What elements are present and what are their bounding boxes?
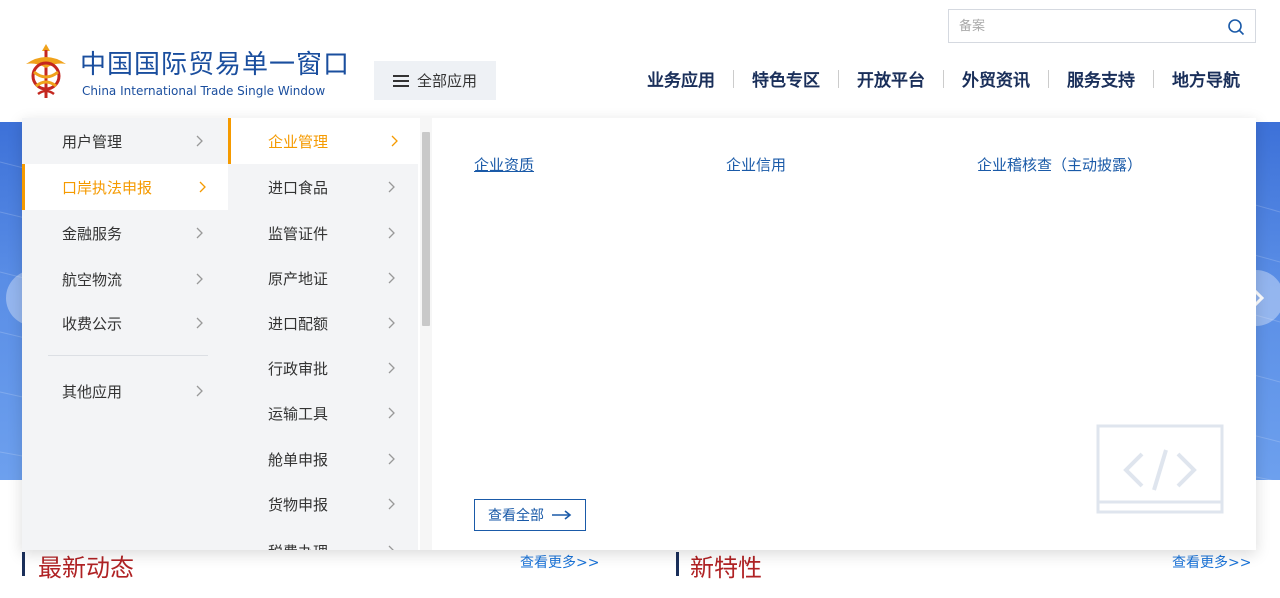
chevron-right-icon — [388, 453, 395, 465]
submenu-scrollbar-thumb[interactable] — [422, 132, 430, 326]
menu-item-air-logistics[interactable]: 航空物流 — [22, 256, 228, 302]
link-enterprise-audit[interactable]: 企业稽核查（主动披露） — [977, 154, 1142, 175]
chevron-right-icon — [196, 273, 203, 285]
submenu-item-transport-vehicles[interactable]: 运输工具 — [228, 390, 418, 436]
page-header: 中国国际贸易单一窗口 China International Trade Sin… — [0, 0, 1280, 122]
menu-level3: 企业资质 企业信用 企业稽核查（主动披露） 查看全部 — [434, 118, 1256, 550]
submenu-item-enterprise-management[interactable]: 企业管理 — [228, 118, 418, 164]
section-marker — [22, 552, 25, 576]
menu-item-user-management[interactable]: 用户管理 — [22, 118, 228, 164]
link-enterprise-qualification[interactable]: 企业资质 — [474, 154, 534, 175]
menu-item-fee-disclosure[interactable]: 收费公示 — [22, 300, 228, 346]
menu-item-other-apps[interactable]: 其他应用 — [22, 368, 228, 414]
code-icon — [1096, 424, 1224, 514]
arrow-right-icon — [552, 510, 572, 520]
all-apps-menu: 用户管理 口岸执法申报 金融服务 航空物流 收费公示 其他应用 企业管理 进口食… — [22, 118, 1256, 550]
submenu-item-administrative-approval[interactable]: 行政审批 — [228, 345, 418, 391]
chevron-right-icon — [391, 135, 398, 147]
chevron-right-icon — [196, 385, 203, 397]
menu-level2: 企业管理 进口食品 监管证件 原产地证 进口配额 行政审批 运输工具 舱单申报 — [228, 118, 418, 550]
search-box — [948, 9, 1256, 43]
submenu-item-tax-handling[interactable]: 税费办理 — [228, 528, 418, 550]
latest-news-more-link[interactable]: 查看更多>> — [520, 552, 599, 572]
nav-local-navigation[interactable]: 地方导航 — [1172, 66, 1240, 91]
nav-service-support[interactable]: 服务支持 — [1067, 66, 1135, 91]
nav-separator — [733, 69, 734, 88]
nav-special-zone[interactable]: 特色专区 — [752, 66, 820, 91]
submenu-item-certificate-of-origin[interactable]: 原产地证 — [228, 255, 418, 301]
menu-divider — [48, 355, 208, 356]
submenu-item-imported-food[interactable]: 进口食品 — [228, 164, 418, 210]
chevron-right-icon — [388, 498, 395, 510]
nav-business-apps[interactable]: 业务应用 — [647, 66, 715, 91]
search-input[interactable] — [959, 10, 1209, 42]
chevron-right-icon — [388, 181, 395, 193]
submenu-item-import-quota[interactable]: 进口配额 — [228, 300, 418, 346]
link-enterprise-credit[interactable]: 企业信用 — [726, 154, 786, 175]
submenu-item-regulatory-certificates[interactable]: 监管证件 — [228, 210, 418, 256]
chevron-right-icon — [388, 227, 395, 239]
chevron-right-icon — [196, 317, 203, 329]
search-icon[interactable] — [1227, 18, 1245, 36]
menu-item-port-declaration[interactable]: 口岸执法申报 — [22, 164, 228, 210]
chevron-right-icon — [388, 362, 395, 374]
chevron-right-icon — [388, 407, 395, 419]
chevron-right-icon — [388, 545, 394, 550]
chevron-right-icon — [388, 272, 395, 284]
menu-icon — [392, 74, 409, 87]
chevron-right-icon — [388, 317, 395, 329]
view-all-button[interactable]: 查看全部 — [474, 499, 586, 531]
new-features-more-link[interactable]: 查看更多>> — [1172, 552, 1251, 572]
submenu-item-goods-declaration[interactable]: 货物申报 — [228, 481, 418, 527]
nav-separator — [1048, 69, 1049, 88]
menu-item-financial-services[interactable]: 金融服务 — [22, 210, 228, 256]
logo-icon — [26, 44, 66, 98]
nav-open-platform[interactable]: 开放平台 — [857, 66, 925, 91]
chevron-right-icon — [199, 181, 206, 193]
chevron-right-icon — [196, 135, 203, 147]
view-all-label: 查看全部 — [488, 508, 544, 524]
all-apps-button[interactable]: 全部应用 — [374, 61, 496, 100]
nav-separator — [838, 69, 839, 88]
chevron-right-icon — [196, 227, 203, 239]
nav-trade-news[interactable]: 外贸资讯 — [962, 66, 1030, 91]
nav-separator — [943, 69, 944, 88]
nav-separator — [1153, 69, 1154, 88]
all-apps-label: 全部应用 — [416, 73, 477, 90]
menu-level1: 用户管理 口岸执法申报 金融服务 航空物流 收费公示 其他应用 — [22, 118, 228, 550]
submenu-item-manifest-declaration[interactable]: 舱单申报 — [228, 436, 418, 482]
new-features-title: 新特性 — [690, 554, 762, 582]
logo-subtitle: China International Trade Single Window — [82, 84, 326, 98]
logo-title: 中国国际贸易单一窗口 — [80, 50, 351, 80]
latest-news-title: 最新动态 — [38, 554, 134, 582]
top-nav: 业务应用 特色专区 开放平台 外贸资讯 服务支持 地方导航 — [647, 66, 1240, 91]
section-marker — [676, 552, 679, 576]
